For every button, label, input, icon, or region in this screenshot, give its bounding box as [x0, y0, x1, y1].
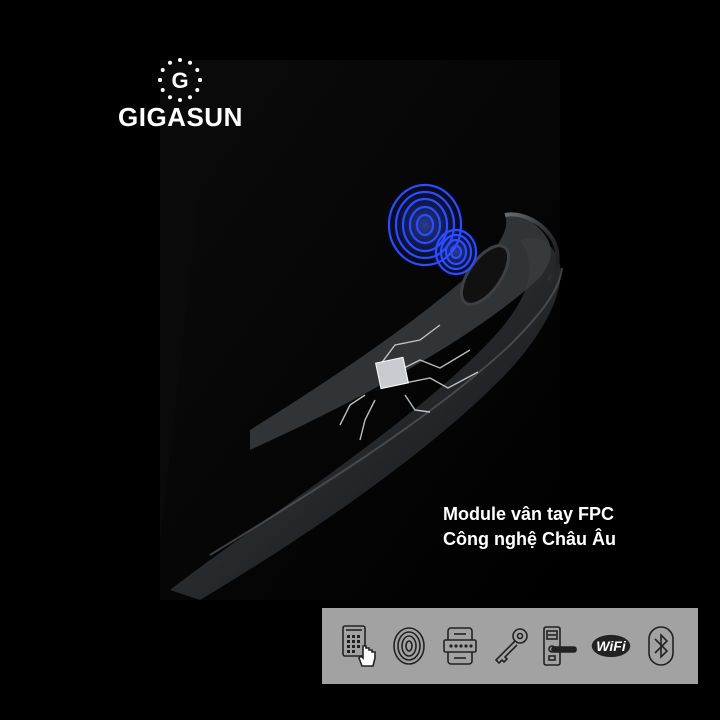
wifi-icon: WiFi	[591, 626, 631, 666]
logo-letter: G	[171, 68, 188, 93]
chip	[375, 356, 409, 390]
brand-name: GIGASUN	[118, 102, 243, 132]
brand-logo: G GIGASUN	[118, 56, 242, 132]
feature-icon-bar: WiFi	[322, 608, 698, 684]
wifi-label: WiFi	[596, 638, 627, 654]
keypad-touch-icon	[339, 625, 379, 667]
fingerprint-icon	[389, 626, 429, 666]
door-handle-icon	[540, 626, 580, 666]
bluetooth-icon	[641, 626, 681, 666]
key-icon	[490, 626, 530, 666]
caption-line-2: Công nghệ Châu Âu	[443, 529, 616, 549]
caption-line-1: Module vân tay FPC	[443, 504, 615, 524]
feature-caption: Module vân tay FPC Công nghệ Châu Âu	[443, 502, 616, 552]
card-reader-icon	[440, 626, 480, 666]
logo-ring-icon: G	[158, 58, 202, 102]
